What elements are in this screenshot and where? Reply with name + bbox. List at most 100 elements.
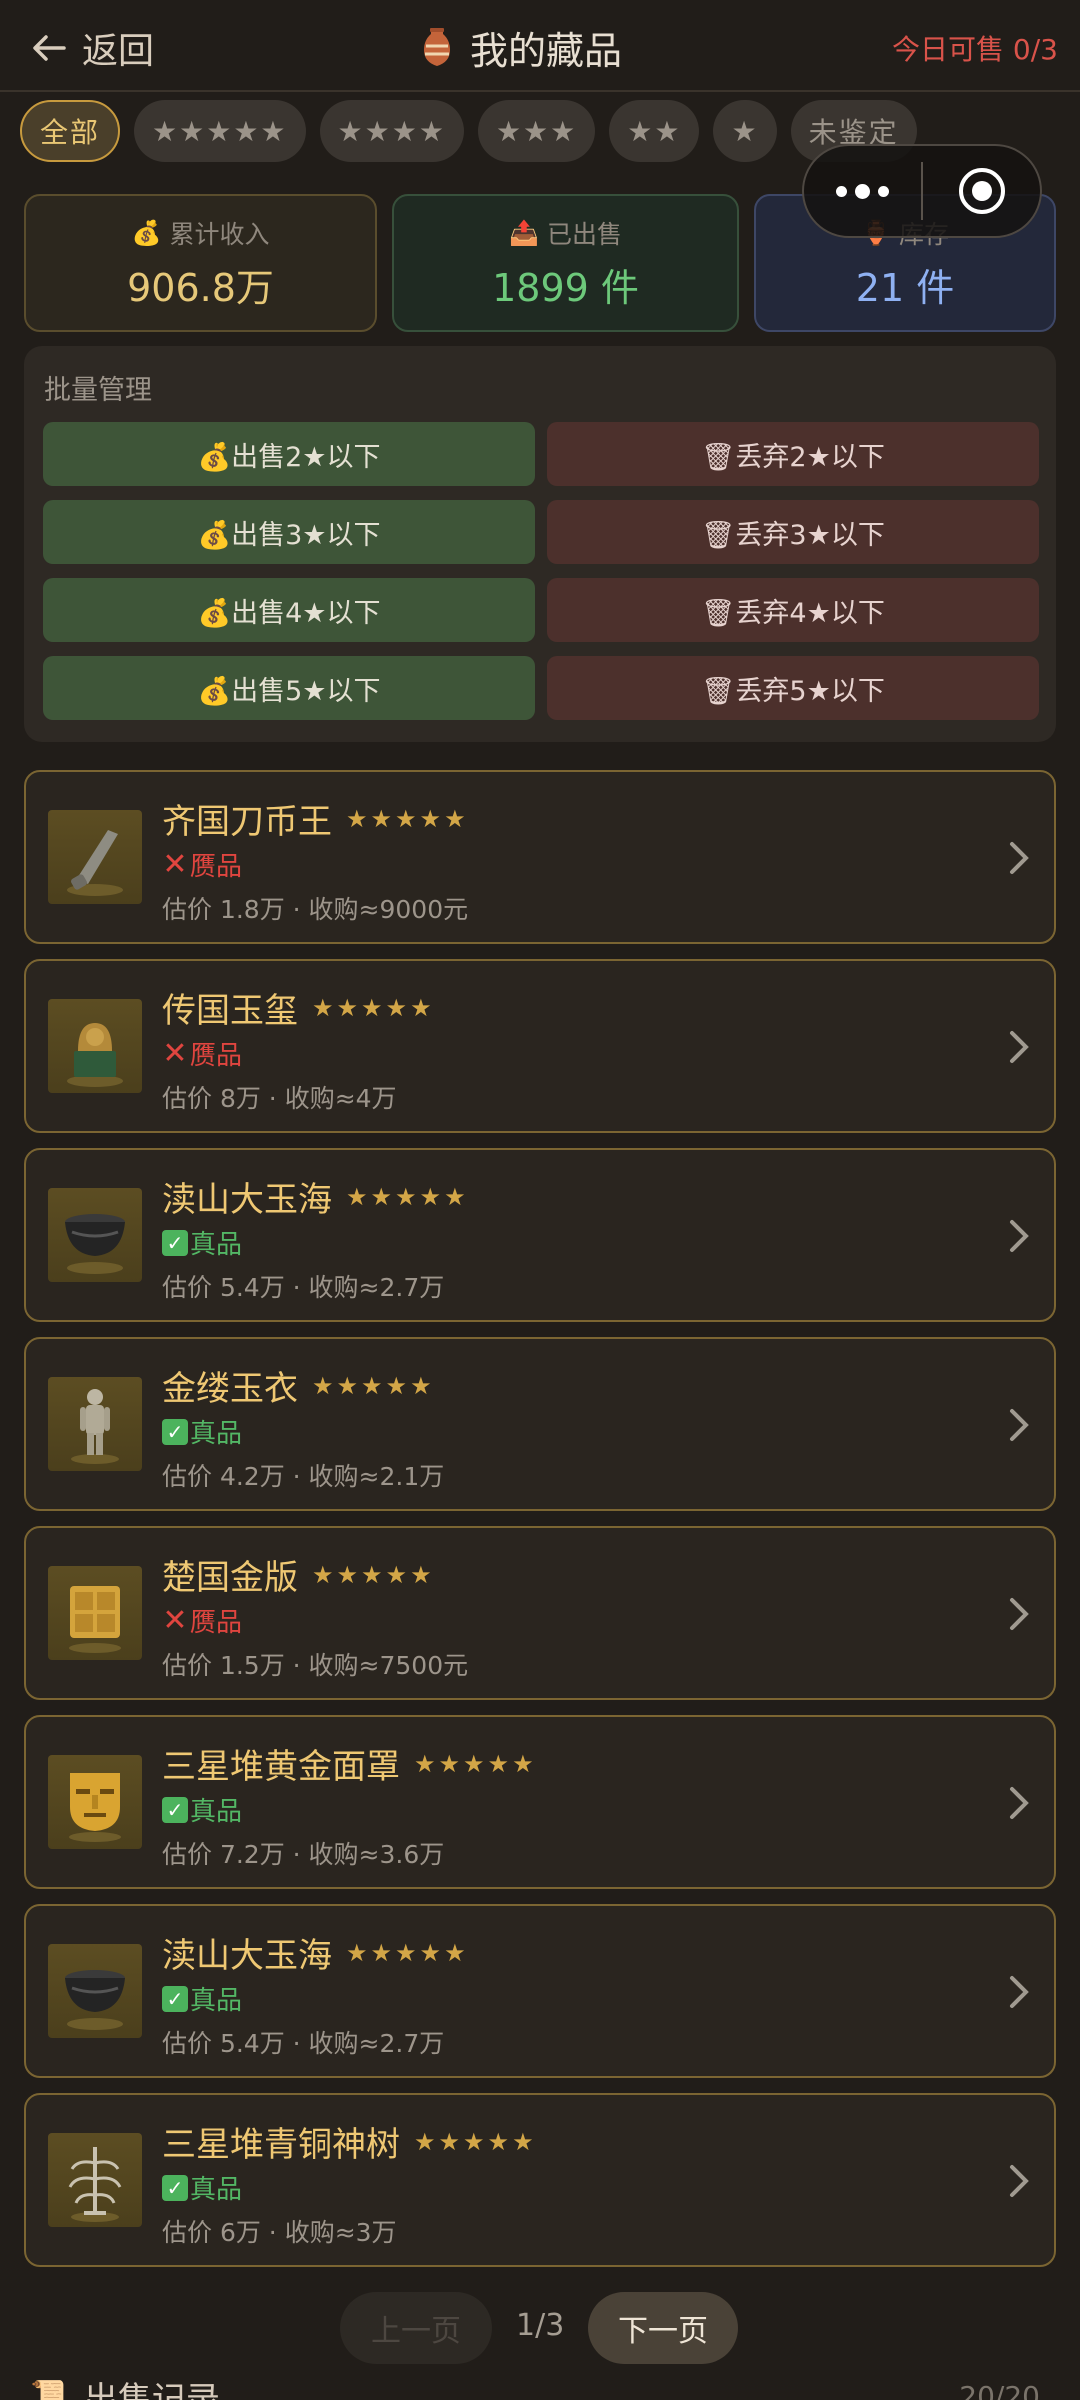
sold-value: 1899 件 bbox=[492, 265, 639, 310]
item-rarity-stars: ★★★★★ bbox=[312, 1560, 435, 1589]
scroll-icon: 📜 bbox=[30, 2377, 70, 2400]
top-bar: 返回 我的藏品 今日可售 0/3 bbox=[0, 0, 1080, 92]
more-dots-icon bbox=[836, 185, 847, 197]
item-price: 估价 5.4万 · 收购≈2.7万 bbox=[162, 1273, 445, 1302]
cross-icon: ✕ bbox=[162, 847, 188, 882]
page-indicator: 1/3 bbox=[516, 2308, 565, 2343]
item-rarity-stars: ★★★★★ bbox=[312, 993, 435, 1022]
item-rarity-stars: ★★★★★ bbox=[414, 2127, 537, 2156]
stock-value: 21 件 bbox=[855, 265, 955, 310]
collection-item-card[interactable]: 渎山大玉海 ★★★★★ ✓ 真品 估价 5.4万 · 收购≈2.7万 bbox=[24, 1148, 1056, 1322]
jade-bowl-icon bbox=[48, 1188, 142, 1282]
filter-5-star[interactable]: ★★★★★ bbox=[134, 100, 306, 162]
collection-item-card[interactable]: 三星堆青铜神树 ★★★★★ ✓ 真品 估价 6万 · 收购≈3万 bbox=[24, 2093, 1056, 2267]
sales-record-title: 出售记录 bbox=[83, 2380, 220, 2400]
item-name: 传国玉玺 bbox=[162, 991, 298, 1031]
title-text: 我的藏品 bbox=[470, 29, 623, 73]
bronze-tree-icon bbox=[48, 2133, 142, 2227]
next-page-button[interactable]: 下一页 bbox=[588, 2292, 738, 2364]
sales-record-count: 20/20 bbox=[959, 2380, 1040, 2400]
item-rarity-stars: ★★★★★ bbox=[414, 1749, 537, 1778]
collection-item-card[interactable]: 传国玉玺 ★★★★★ ✕ 赝品 估价 8万 · 收购≈4万 bbox=[24, 959, 1056, 1133]
cross-icon: ✕ bbox=[162, 1603, 188, 1638]
gold-plate-icon bbox=[48, 1566, 142, 1660]
check-icon: ✓ bbox=[162, 1418, 188, 1445]
collection-item-card[interactable]: 金缕玉衣 ★★★★★ ✓ 真品 估价 4.2万 · 收购≈2.1万 bbox=[24, 1337, 1056, 1511]
item-status: 真品 bbox=[190, 1419, 243, 1449]
check-icon: ✓ bbox=[162, 1985, 188, 2012]
item-name: 三星堆黄金面罩 bbox=[162, 1747, 400, 1787]
back-label: 返回 bbox=[82, 31, 155, 72]
item-status: 真品 bbox=[190, 1230, 243, 1260]
discard-below-4-star-button[interactable]: 🗑丢弃4★以下 bbox=[547, 578, 1039, 642]
collection-item-card[interactable]: 渎山大玉海 ★★★★★ ✓ 真品 估价 5.4万 · 收购≈2.7万 bbox=[24, 1904, 1056, 2078]
jade-seal-icon bbox=[48, 999, 142, 1093]
back-button[interactable]: 返回 bbox=[30, 22, 154, 74]
item-price: 估价 7.2万 · 收购≈3.6万 bbox=[162, 1840, 445, 1869]
chevron-right-icon bbox=[1010, 1220, 1029, 1252]
sold-label: 已出售 bbox=[546, 219, 622, 249]
sold-stat-card: 📤 已出售 1899 件 bbox=[392, 194, 739, 332]
income-label: 累计收入 bbox=[169, 219, 270, 249]
item-rarity-stars: ★★★★★ bbox=[346, 1182, 469, 1211]
prev-page-button[interactable]: 上一页 bbox=[340, 2292, 492, 2364]
chevron-right-icon bbox=[1010, 1976, 1029, 2008]
item-rarity-stars: ★★★★★ bbox=[346, 804, 469, 833]
jade-suit-icon bbox=[48, 1377, 142, 1471]
filter-3-star[interactable]: ★★★ bbox=[477, 100, 596, 162]
item-name: 金缕玉衣 bbox=[162, 1369, 298, 1409]
cross-icon: ✕ bbox=[162, 1036, 188, 1071]
chevron-right-icon bbox=[1010, 1598, 1029, 1630]
gold-mask-icon bbox=[48, 1755, 142, 1849]
item-status: 赝品 bbox=[190, 852, 243, 882]
item-status: 真品 bbox=[190, 1986, 243, 2016]
chevron-right-icon bbox=[1010, 1409, 1029, 1441]
check-icon: ✓ bbox=[162, 1796, 188, 1823]
filter-1-star[interactable]: ★ bbox=[713, 100, 777, 162]
more-menu-button[interactable] bbox=[804, 183, 921, 199]
item-status: 赝品 bbox=[190, 1041, 243, 1071]
item-price: 估价 5.4万 · 收购≈2.7万 bbox=[162, 2029, 445, 2058]
chevron-right-icon bbox=[1010, 842, 1029, 874]
collection-item-card[interactable]: 齐国刀币王 ★★★★★ ✕ 赝品 估价 1.8万 · 收购≈9000元 bbox=[24, 770, 1056, 944]
money-bag-icon: 💰 bbox=[131, 218, 162, 247]
daily-sale-counter: 今日可售 0/3 bbox=[892, 33, 1058, 66]
discard-below-5-star-button[interactable]: 🗑丢弃5★以下 bbox=[547, 656, 1039, 720]
discard-below-2-star-button[interactable]: 🗑丢弃2★以下 bbox=[547, 422, 1039, 486]
page-title: 我的藏品 bbox=[420, 20, 622, 75]
item-name: 三星堆青铜神树 bbox=[162, 2125, 400, 2165]
item-status: 真品 bbox=[190, 2175, 243, 2205]
filter-2-star[interactable]: ★★ bbox=[609, 100, 700, 162]
sell-below-4-star-button[interactable]: 💰出售4★以下 bbox=[43, 578, 535, 642]
item-name: 渎山大玉海 bbox=[162, 1936, 332, 1976]
target-icon bbox=[958, 168, 1005, 214]
filter-all[interactable]: 全部 bbox=[20, 100, 121, 162]
item-price: 估价 8万 · 收购≈4万 bbox=[162, 1084, 397, 1113]
batch-management-panel: 批量管理 💰出售2★以下 🗑丢弃2★以下 💰出售3★以下 🗑丢弃3★以下 💰出售… bbox=[24, 346, 1056, 742]
sales-record-heading: 📜 出售记录 bbox=[30, 2372, 220, 2400]
check-icon: ✓ bbox=[162, 2174, 188, 2201]
pagination: 上一页 1/3 下一页 bbox=[0, 2292, 1080, 2364]
vase-icon bbox=[424, 27, 450, 66]
check-icon: ✓ bbox=[162, 1229, 188, 1256]
income-stat-card: 💰 累计收入 906.8万 bbox=[24, 194, 377, 332]
collection-item-card[interactable]: 三星堆黄金面罩 ★★★★★ ✓ 真品 估价 7.2万 · 收购≈3.6万 bbox=[24, 1715, 1056, 1889]
sell-below-2-star-button[interactable]: 💰出售2★以下 bbox=[43, 422, 535, 486]
filter-4-star[interactable]: ★★★★ bbox=[319, 100, 464, 162]
rarity-filter-tabs: 全部 ★★★★★ ★★★★ ★★★ ★★ ★ 未鉴定 bbox=[20, 100, 931, 164]
item-name: 渎山大玉海 bbox=[162, 1180, 332, 1220]
collection-item-card[interactable]: 楚国金版 ★★★★★ ✕ 赝品 估价 1.5万 · 收购≈7500元 bbox=[24, 1526, 1056, 1700]
jade-bowl-icon bbox=[48, 1944, 142, 2038]
discard-below-3-star-button[interactable]: 🗑丢弃3★以下 bbox=[547, 500, 1039, 564]
arrow-left-icon bbox=[33, 35, 66, 61]
sell-below-3-star-button[interactable]: 💰出售3★以下 bbox=[43, 500, 535, 564]
sell-below-5-star-button[interactable]: 💰出售5★以下 bbox=[43, 656, 535, 720]
chevron-right-icon bbox=[1010, 1787, 1029, 1819]
knife-coin-icon bbox=[48, 810, 142, 904]
item-name: 楚国金版 bbox=[162, 1558, 298, 1598]
miniprogram-capsule bbox=[802, 144, 1042, 238]
close-miniprogram-button[interactable] bbox=[923, 165, 1040, 217]
item-price: 估价 1.5万 · 收购≈7500元 bbox=[162, 1651, 469, 1680]
item-price: 估价 4.2万 · 收购≈2.1万 bbox=[162, 1462, 445, 1491]
item-name: 齐国刀币王 bbox=[162, 802, 332, 842]
